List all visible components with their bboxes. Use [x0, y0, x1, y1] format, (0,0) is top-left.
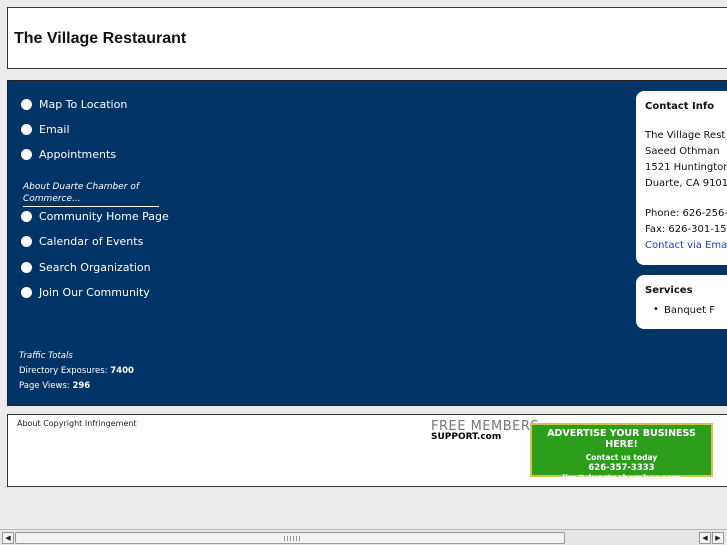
exposures-value: 7400	[110, 366, 134, 376]
copyright-link[interactable]: About Copyright Infringement	[17, 419, 137, 428]
contact-title: Contact Info	[645, 101, 715, 112]
bullet-icon	[21, 123, 32, 135]
grip-icon	[284, 536, 300, 541]
nav-label: Map To Location	[39, 97, 128, 111]
service-item: Banquet F	[653, 304, 715, 316]
page-title: The Village Restaurant	[14, 30, 187, 47]
contact-person: Saeed Othman	[645, 146, 720, 157]
nav-label: Appointments	[39, 147, 117, 161]
contact-info-card: Contact Info The Village Rest Saeed Othm…	[636, 91, 727, 265]
services-card: Services Banquet F	[636, 275, 727, 329]
page-footer: About Copyright Infringement FREE MEMBER…	[7, 414, 727, 487]
contact-fax: Fax: 626-301-15	[645, 224, 727, 235]
nav-label: Email	[39, 122, 70, 136]
nav-map-to-location[interactable]: Map To Location	[21, 95, 127, 113]
ad-contact: Contact us today	[585, 453, 658, 462]
about-chamber-heading: About Duarte Chamber of Commerce...	[23, 181, 159, 207]
contact-street: 1521 Huntington	[645, 162, 727, 173]
nav-email[interactable]: Email	[21, 120, 70, 138]
views-value: 296	[72, 381, 91, 391]
page-header: The Village Restaurant	[7, 7, 727, 69]
traffic-totals: Traffic Totals Directory Exposures: 7400…	[19, 349, 134, 394]
scroll-right-icon[interactable]: ▶	[712, 532, 724, 544]
exposures-label: Directory Exposures:	[19, 366, 108, 376]
ad-email: jim@duartechamber.com	[562, 474, 681, 484]
nav-appointments[interactable]: Appointments	[21, 145, 116, 163]
contact-phone: Phone: 626-256-	[645, 208, 727, 219]
scroll-left-icon[interactable]: ◀	[699, 532, 711, 544]
nav-calendar-of-events[interactable]: Calendar of Events	[21, 232, 143, 250]
ad-headline: ADVERTISE YOUR BUSINESS HERE!	[547, 428, 696, 450]
nav-search-organization[interactable]: Search Organization	[21, 258, 151, 276]
scrollbar-thumb[interactable]	[15, 532, 565, 544]
nav-label: Community Home Page	[39, 209, 169, 223]
nav-join-our-community[interactable]: Join Our Community	[21, 283, 150, 301]
bullet-icon	[21, 210, 32, 222]
scroll-left-icon[interactable]: ◀	[2, 532, 14, 544]
main-panel: Map To Location Email Appointments About…	[7, 80, 727, 406]
traffic-heading: Traffic Totals	[19, 351, 73, 361]
contact-name: The Village Rest	[645, 130, 726, 141]
nav-label: Search Organization	[39, 260, 151, 274]
services-title: Services	[645, 285, 693, 296]
nav-label: Join Our Community	[39, 285, 150, 299]
contact-city: Duarte, CA 9101	[645, 178, 727, 189]
free-members-text: FREE MEMBERS	[431, 419, 540, 434]
bullet-icon	[21, 261, 32, 273]
bullet-icon	[21, 286, 32, 298]
nav-label: Calendar of Events	[39, 234, 144, 248]
views-label: Page Views:	[19, 381, 70, 391]
contact-email-link[interactable]: Contact via Ema	[645, 240, 727, 251]
advertise-banner[interactable]: ADVERTISE YOUR BUSINESS HERE! Contact us…	[530, 423, 713, 484]
ad-phone: 626-357-3333	[588, 463, 655, 473]
bullet-icon	[21, 235, 32, 247]
bullet-icon	[21, 148, 32, 160]
bullet-icon	[21, 98, 32, 110]
horizontal-scrollbar[interactable]: ◀ ◀ ▶	[0, 529, 727, 545]
free-members-logo[interactable]: FREE MEMBERS SUPPORT.com	[431, 419, 540, 443]
nav-community-home-page[interactable]: Community Home Page	[21, 207, 169, 225]
